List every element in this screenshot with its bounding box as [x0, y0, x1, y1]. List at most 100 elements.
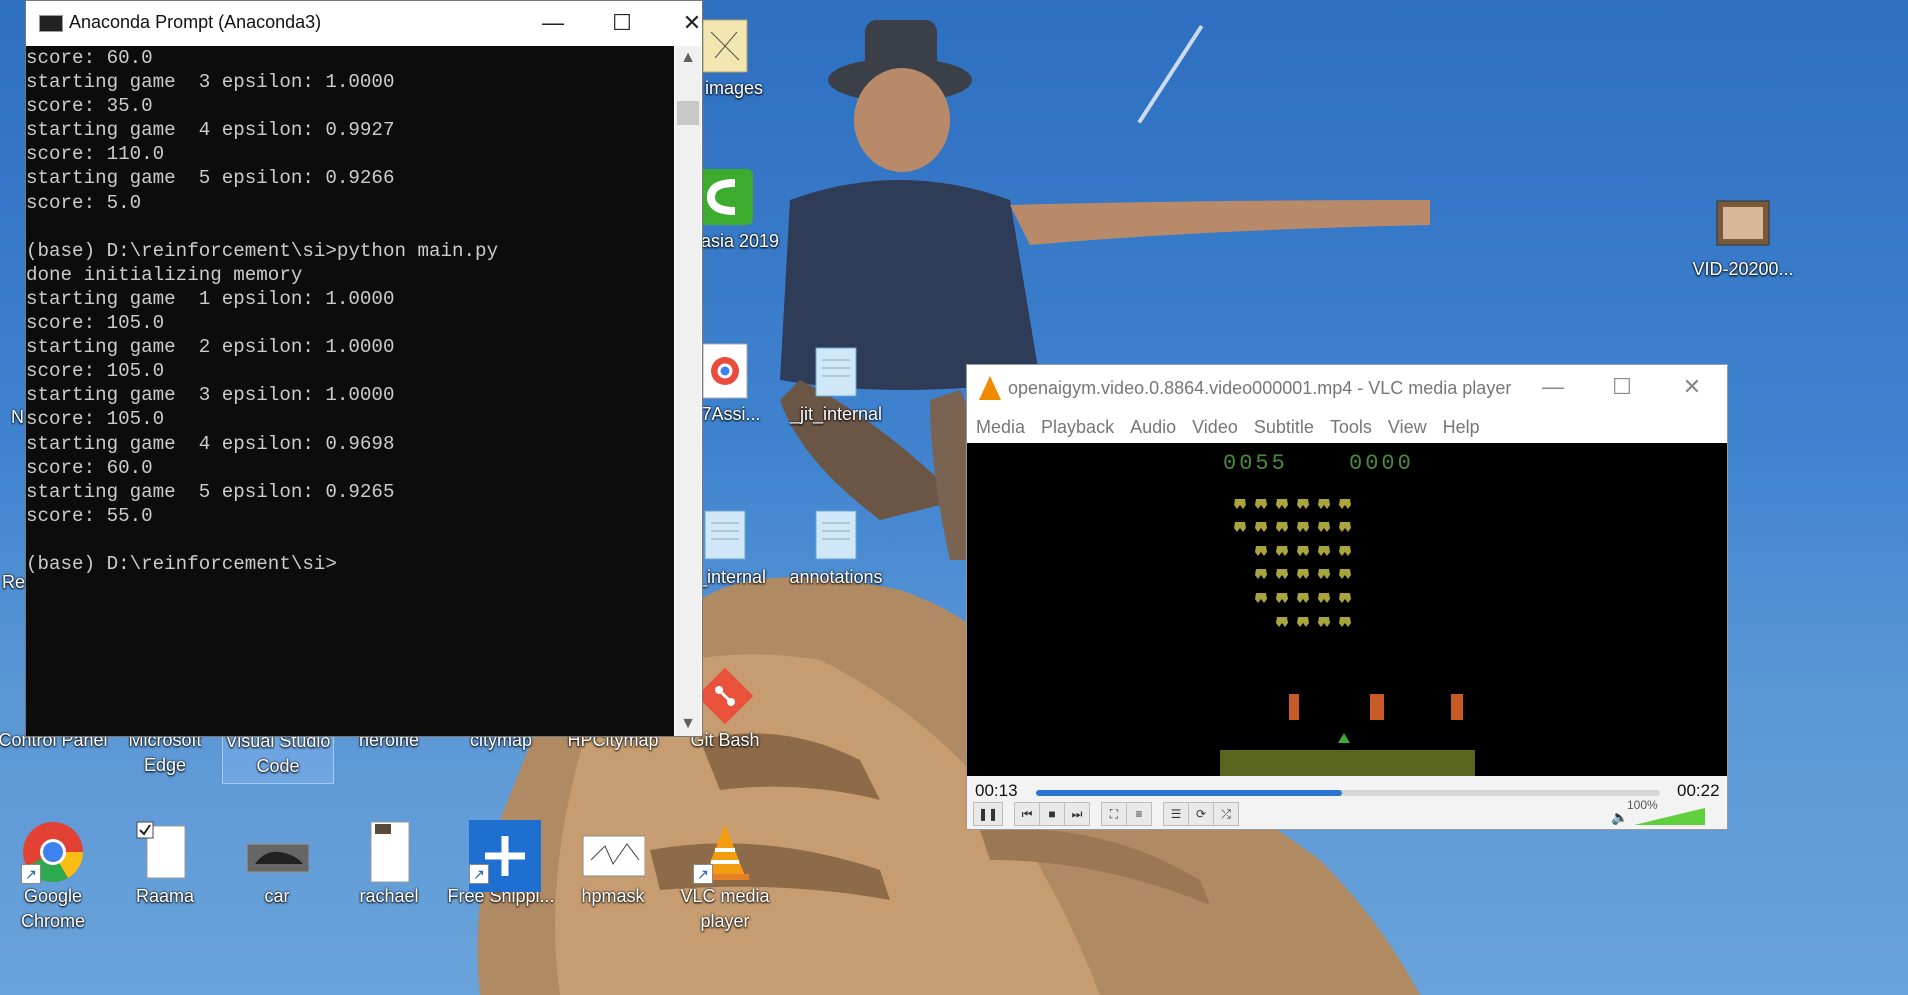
menu-bar: Media Playback Audio Video Subtitle Tools View… [967, 411, 1727, 443]
console-line: score: 110.0 [26, 143, 165, 166]
alien-sprite [1255, 499, 1267, 509]
desktop-icon-jit-internal[interactable]: _jit_internal [781, 338, 891, 427]
menu-playback[interactable]: Playback [1041, 411, 1114, 443]
volume-slider[interactable] [1634, 808, 1705, 825]
alien-sprite [1318, 617, 1330, 627]
menu-media[interactable]: Media [976, 411, 1025, 443]
alien-sprite [1297, 522, 1309, 532]
vlc-cone-icon [979, 376, 1001, 400]
desktop-icon-free-snipping[interactable]: ↗ Free Snippi... [446, 820, 556, 909]
game-score-left: 0055 [1223, 451, 1288, 476]
console-icon [39, 15, 63, 32]
desktop: w images amtasia 2019 VID-20200... S7Ass… [0, 0, 1908, 995]
vertical-scrollbar[interactable]: ▲ ▼ [675, 46, 701, 736]
desktop-icon-hpmask[interactable]: hpmask [558, 820, 668, 909]
vlc-window[interactable]: openaigym.video.0.8864.video000001.mp4 -… [966, 364, 1728, 830]
maximize-button[interactable]: ☐ [1587, 365, 1657, 409]
menu-tools[interactable]: Tools [1330, 411, 1372, 443]
ground [1220, 750, 1475, 776]
console-line: score: 105.0 [26, 312, 165, 335]
console-line: score: 105.0 [26, 408, 165, 431]
title-bar[interactable]: Anaconda Prompt (Anaconda3) — ☐ ✕ [26, 1, 702, 45]
desktop-icon-re-partial[interactable]: Re [0, 570, 25, 595]
alien-sprite [1318, 593, 1330, 603]
alien-sprite [1339, 569, 1351, 579]
desktop-icon-annotations[interactable]: annotations [781, 501, 891, 590]
alien-sprite [1297, 499, 1309, 509]
speaker-icon[interactable]: 🔈 [1611, 809, 1628, 826]
minimize-button[interactable]: — [1518, 365, 1588, 409]
menu-help[interactable]: Help [1443, 411, 1480, 443]
alien-sprite [1339, 499, 1351, 509]
scroll-down-icon[interactable]: ▼ [675, 712, 701, 736]
console-line: score: 60.0 [26, 456, 153, 479]
seek-progress [1036, 790, 1342, 796]
desktop-icon-car[interactable]: car [222, 820, 332, 909]
stop-button[interactable]: ■ [1039, 802, 1065, 826]
alien-sprite [1318, 546, 1330, 556]
time-total: 00:22 [1677, 781, 1720, 800]
fullscreen-button[interactable]: ⛶ [1101, 802, 1127, 826]
shortcut-arrow-icon: ↗ [469, 864, 489, 884]
blank-file-icon [133, 820, 197, 884]
alien-sprite [1297, 569, 1309, 579]
alien-sprite [1255, 522, 1267, 532]
desktop-icon-chrome[interactable]: ↗ Google Chrome [0, 820, 108, 934]
extended-settings-button[interactable]: ≡ [1126, 802, 1152, 826]
seek-bar[interactable] [1036, 790, 1660, 796]
title-bar[interactable]: openaigym.video.0.8864.video000001.mp4 -… [967, 365, 1727, 411]
console-line: starting game 1 epsilon: 1.0000 [26, 287, 395, 310]
alien-sprite [1339, 546, 1351, 556]
shields [1289, 694, 1463, 720]
next-button[interactable]: ⏭ [1064, 802, 1090, 826]
anaconda-prompt-window[interactable]: Anaconda Prompt (Anaconda3) — ☐ ✕ score:… [25, 0, 703, 737]
console-output[interactable]: score: 60.0 starting game 3 epsilon: 1.00… [26, 46, 674, 736]
console-line: starting game 4 epsilon: 0.9698 [26, 432, 395, 455]
alien-sprite [1234, 522, 1246, 532]
scrollbar-thumb[interactable] [677, 100, 699, 125]
image-file-icon [245, 820, 310, 884]
plus-icon: ↗ [469, 820, 541, 892]
close-button[interactable]: ✕ [1657, 365, 1727, 409]
playlist-button[interactable]: ☰ [1163, 802, 1189, 826]
notepad-icon [804, 501, 868, 565]
desktop-icon-raama[interactable]: Raama [110, 820, 220, 909]
console-line: score: 35.0 [26, 95, 153, 118]
alien-sprite [1339, 593, 1351, 603]
console-line: starting game 2 epsilon: 1.0000 [26, 336, 395, 359]
alien-sprite [1339, 617, 1351, 627]
menu-audio[interactable]: Audio [1130, 411, 1176, 443]
maximize-button[interactable]: ☐ [587, 1, 657, 45]
image-file-icon [357, 820, 421, 884]
chrome-icon: ↗ [21, 820, 85, 884]
console-line: score: 105.0 [26, 360, 165, 383]
close-button[interactable]: ✕ [657, 1, 727, 45]
desktop-icon-rachael[interactable]: rachael [334, 820, 444, 909]
desktop-icon-vlc[interactable]: ↗ VLC media player [670, 820, 780, 934]
console-line: starting game 5 epsilon: 0.9265 [26, 480, 395, 503]
video-area[interactable]: 0055 0000 [967, 443, 1727, 776]
shuffle-button[interactable]: ⤮ [1213, 802, 1239, 826]
alien-sprite [1255, 546, 1267, 556]
desktop-icon-n-partial[interactable]: N [0, 405, 24, 430]
minimize-button[interactable]: — [518, 1, 588, 45]
menu-subtitle[interactable]: Subtitle [1254, 411, 1314, 443]
console-line: starting game 5 epsilon: 0.9266 [26, 167, 395, 190]
time-elapsed: 00:13 [975, 781, 1018, 800]
console-line: (base) D:\reinforcement\si>python main.p… [26, 239, 499, 262]
image-file-icon [581, 820, 646, 884]
window-title: Anaconda Prompt (Anaconda3) [69, 12, 322, 32]
alien-sprite [1276, 522, 1288, 532]
alien-sprite [1276, 569, 1288, 579]
menu-view[interactable]: View [1388, 411, 1427, 443]
pause-button[interactable]: ❚❚ [973, 802, 1003, 826]
desktop-icon-vid[interactable]: VID-20200... [1688, 193, 1798, 282]
shortcut-arrow-icon: ↗ [21, 864, 41, 884]
alien-sprite [1276, 593, 1288, 603]
alien-sprite [1276, 499, 1288, 509]
previous-button[interactable]: ⏮ [1014, 802, 1040, 826]
menu-video[interactable]: Video [1192, 411, 1238, 443]
scroll-up-icon[interactable]: ▲ [675, 46, 701, 70]
loop-button[interactable]: ⟳ [1188, 802, 1214, 826]
